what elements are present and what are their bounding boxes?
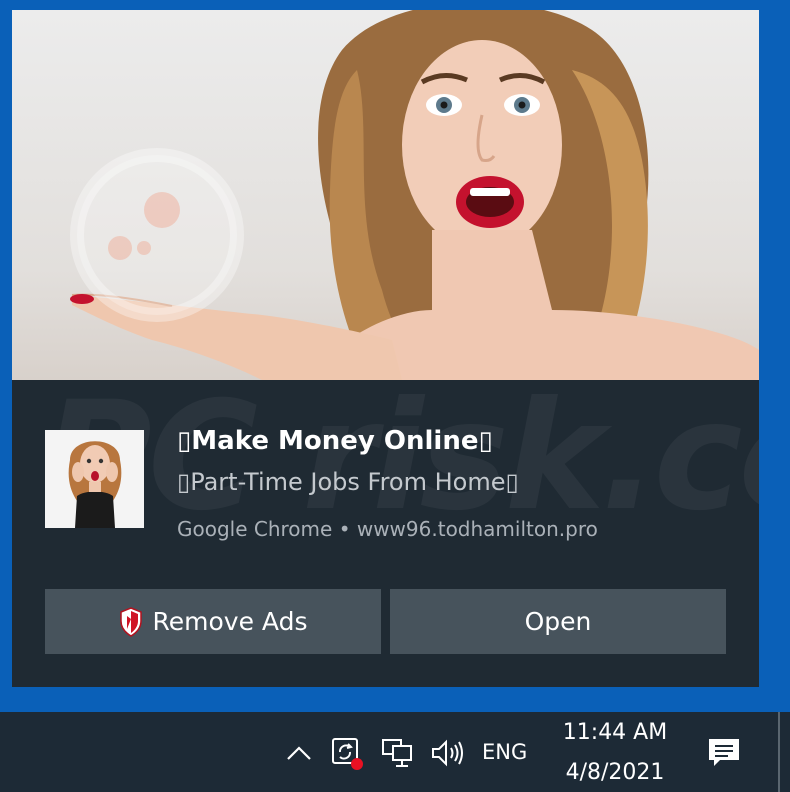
clock-time[interactable]: 11:44 AM [555,720,675,745]
open-button[interactable]: Open [390,589,726,654]
notification-title: ▯Make Money Online▯ [177,426,493,456]
chevron-up-icon[interactable] [284,738,314,768]
thumbnail-illustration [45,430,144,528]
thumbnail-image [45,430,144,528]
action-center-icon[interactable] [704,734,744,772]
notification-source: Google Chrome • www96.todhamilton.pro [177,517,598,541]
taskbar: ENG 11:44 AM 4/8/2021 [0,712,790,792]
volume-icon[interactable] [428,734,468,772]
show-desktop-divider[interactable] [778,712,780,792]
hero-illustration [70,10,759,380]
shield-icon [119,606,142,637]
clock-date[interactable]: 4/8/2021 [555,760,675,785]
notification-toast[interactable]: PC risk.com ▯Make Money Online▯ ▯Part-Ti… [12,10,759,687]
remove-ads-button[interactable]: Remove Ads [45,589,381,654]
open-label: Open [524,607,592,636]
sync-icon[interactable] [328,734,366,772]
network-icon[interactable] [378,734,416,772]
remove-ads-label: Remove Ads [152,607,308,636]
language-indicator[interactable]: ENG [482,740,527,764]
notification-subtitle: ▯Part-Time Jobs From Home▯ [177,468,519,496]
hero-image [12,10,759,380]
